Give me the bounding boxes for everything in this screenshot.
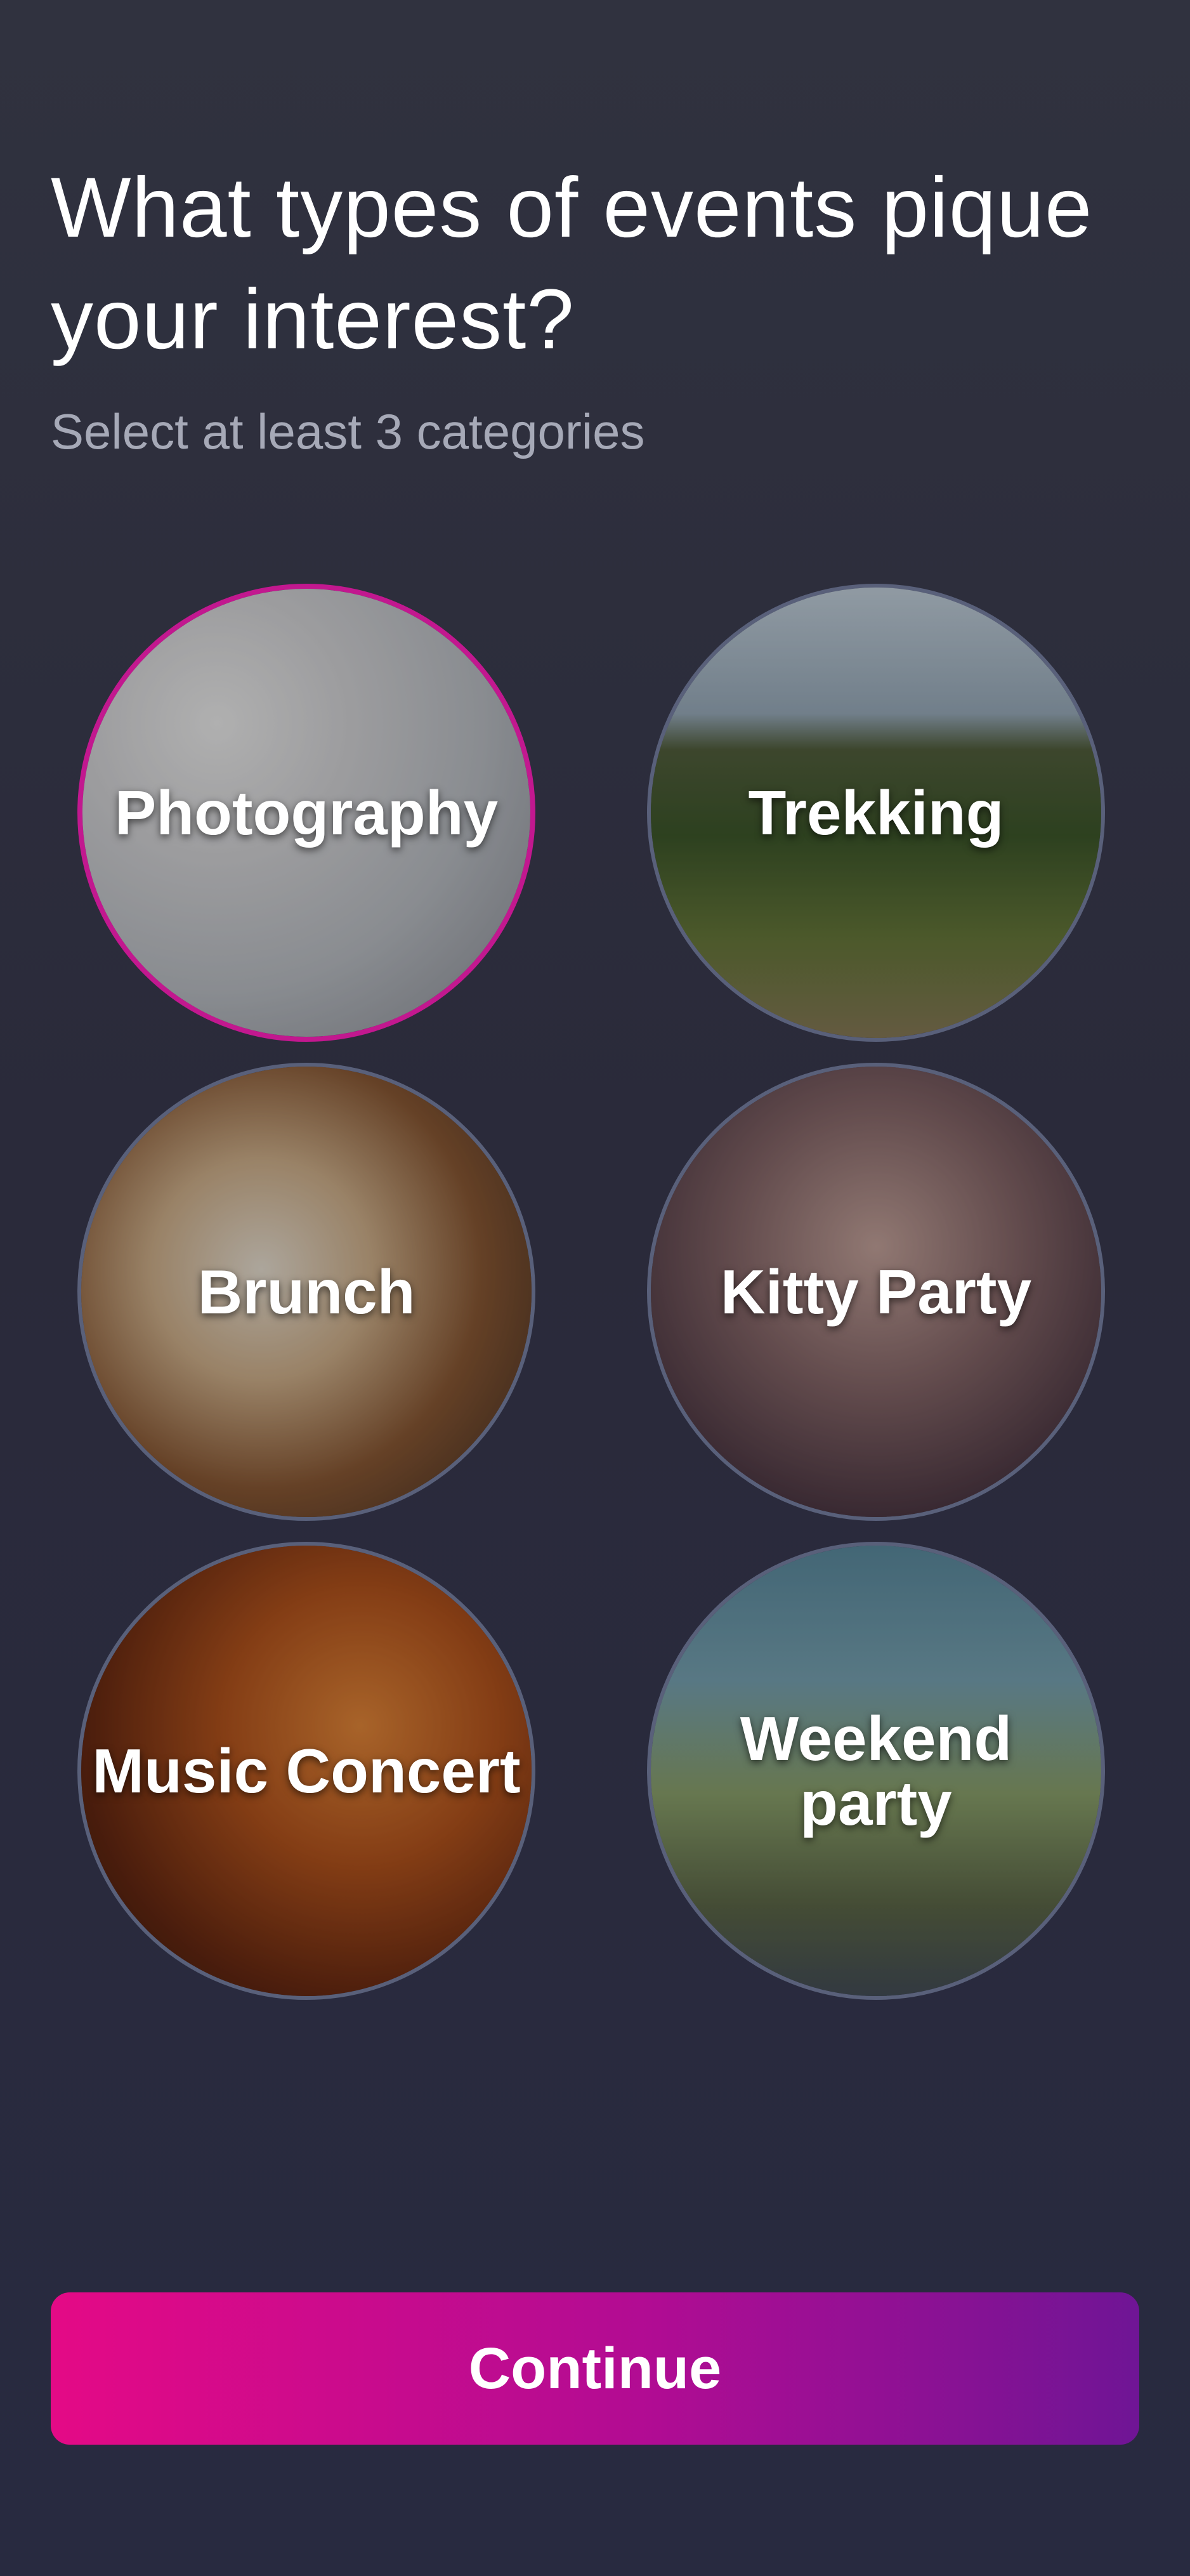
category-label: Photography xyxy=(114,778,499,848)
category-weekend-party[interactable]: Weekend party xyxy=(647,1542,1105,2000)
continue-button[interactable]: Continue xyxy=(51,2292,1139,2445)
category-music-concert[interactable]: Music Concert xyxy=(77,1542,535,2000)
category-kitty-party[interactable]: Kitty Party xyxy=(647,1063,1105,1521)
category-label: Weekend party xyxy=(740,1704,1012,1838)
category-trekking[interactable]: Trekking xyxy=(647,584,1105,1042)
category-brunch[interactable]: Brunch xyxy=(77,1063,535,1521)
page-subtitle: Select at least 3 categories xyxy=(51,404,645,459)
category-label: Music Concert xyxy=(92,1736,521,1806)
category-photography[interactable]: Photography xyxy=(77,584,535,1042)
category-label: Brunch xyxy=(197,1257,415,1327)
category-label: Trekking xyxy=(748,778,1004,848)
page-title: What types of events pique your interest… xyxy=(51,161,1093,367)
category-label: Kitty Party xyxy=(720,1257,1032,1327)
